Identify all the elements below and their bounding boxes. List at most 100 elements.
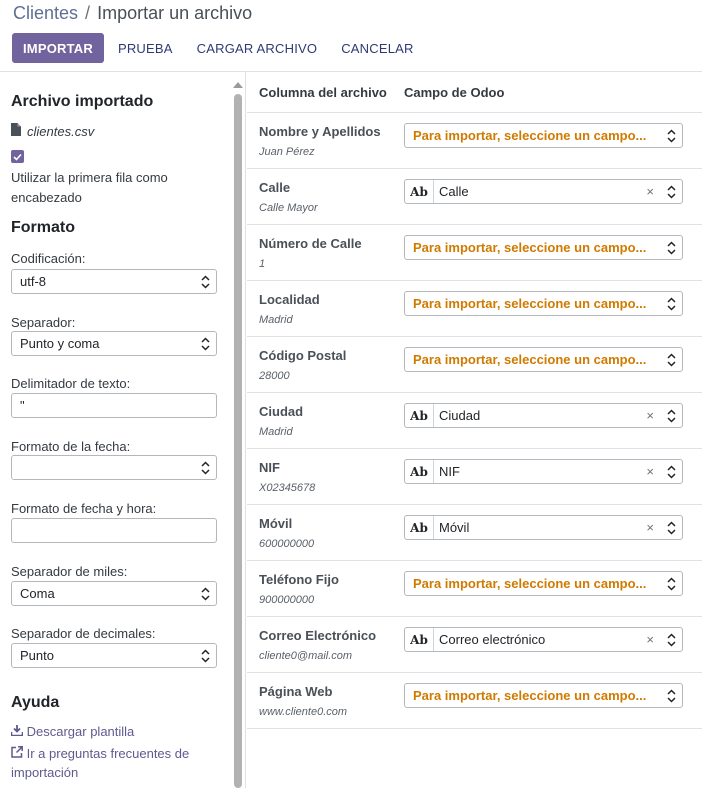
header-odoo-field: Campo de Odoo [404,85,505,100]
chevron-up-down-icon [667,689,676,706]
table-row: Correo Electrónico cliente0@mail.com Ab Cor… [247,617,702,673]
odoo-field-select[interactable]: Para importar, seleccione un campo... [404,123,683,148]
table-row: Página Web www.cliente0.com Para importar,… [247,673,702,729]
download-template-link[interactable]: Descargar plantilla [10,724,135,739]
file-column-name: Ciudad [259,404,304,419]
chevron-up-down-icon [667,297,676,314]
file-column-sample: Madrid [259,314,293,326]
chevron-up-down-icon [201,275,210,292]
clear-icon[interactable]: × [646,520,654,535]
help-heading: Ayuda [11,694,60,711]
odoo-field-placeholder: Para importar, seleccione un campo... [413,240,647,255]
file-column-name: Nombre y Apellidos [259,124,381,139]
header-row-label: Utilizar la primera fila como encabezado [11,170,168,205]
breadcrumb-separator: / [85,3,91,23]
faq-link[interactable]: Ir a preguntas frecuentes de importación [11,744,211,782]
clear-icon[interactable]: × [646,184,654,199]
odoo-field-select[interactable]: Para importar, seleccione un campo... [404,291,683,316]
table-row: NIF X02345678 Ab NIF × [247,449,702,505]
file-column-name: NIF [259,460,280,475]
import-button[interactable]: IMPORTAR [12,33,104,63]
chevron-up-down-icon [201,461,210,478]
odoo-field-select[interactable]: Ab Calle × [404,179,683,204]
odoo-field-select[interactable]: Ab Ciudad × [404,403,683,428]
odoo-field-value: Móvil [439,520,470,535]
faq-link-label: Ir a preguntas frecuentes de importación [11,746,190,780]
test-button[interactable]: PRUEBA [108,33,183,63]
file-column-name: Móvil [259,516,293,531]
thousands-separator-select[interactable]: Coma [11,581,217,606]
odoo-field-value: NIF [439,464,460,479]
file-column-sample: 1 [259,258,266,270]
odoo-field-select[interactable]: Ab Correo electrónico × [404,627,683,652]
chevron-up-down-icon [667,241,676,258]
file-name: clientes.csv [27,123,95,139]
file-column-sample: 600000000 [259,538,315,550]
file-column-name: Teléfono Fijo [259,572,339,587]
thousands-separator-label: Separador de miles: [11,564,128,579]
checkbox-checked-icon[interactable] [11,150,24,163]
format-heading: Formato [11,219,75,236]
file-column-name: Número de Calle [259,236,362,251]
file-column-sample: Madrid [259,426,293,438]
upload-file-button[interactable]: CARGAR ARCHIVO [187,33,328,63]
chevron-up-down-icon [201,337,210,354]
char-type-badge: Ab [405,516,434,539]
odoo-field-select[interactable]: Ab Móvil × [404,515,683,540]
file-column-sample: Juan Pérez [259,146,315,158]
decimal-separator-label: Separador de decimales: [11,626,156,641]
date-format-label: Formato de la fecha: [11,439,131,454]
header-file-column: Columna del archivo [259,85,387,100]
text-delimiter-value: " [20,398,25,413]
odoo-field-placeholder: Para importar, seleccione un campo... [413,352,647,367]
file-column-sample: 900000000 [259,594,315,606]
header-row-checkbox[interactable] [11,150,24,163]
file-column-sample: cliente0@mail.com [259,650,353,662]
scroll-up-arrow-icon[interactable] [233,82,243,88]
chevron-up-down-icon [667,633,676,650]
clear-icon[interactable]: × [646,408,654,423]
file-column-sample: Calle Mayor [259,202,318,214]
date-format-select[interactable] [11,455,217,480]
table-row: Localidad Madrid Para importar, seleccione… [247,281,702,337]
odoo-field-select[interactable]: Para importar, seleccione un campo... [404,571,683,596]
text-delimiter-input[interactable]: " [11,393,217,418]
file-column-sample: X02345678 [259,482,316,494]
cancel-button[interactable]: CANCELAR [331,33,423,63]
table-row: Ciudad Madrid Ab Ciudad × [247,393,702,449]
file-column-name: Código Postal [259,348,347,363]
table-row: Teléfono Fijo 900000000 Para importar, sel… [247,561,702,617]
odoo-field-placeholder: Para importar, seleccione un campo... [413,128,647,143]
chevron-up-down-icon [667,129,676,146]
clear-icon[interactable]: × [646,464,654,479]
decimal-separator-select[interactable]: Punto [11,643,217,668]
odoo-field-select[interactable]: Ab NIF × [404,459,683,484]
encoding-value: utf-8 [20,274,47,289]
chevron-up-down-icon [667,577,676,594]
sidebar-scrollbar[interactable] [234,94,242,788]
external-link-icon [11,746,23,761]
encoding-select[interactable]: utf-8 [11,269,217,294]
file-column-sample: www.cliente0.com [259,706,348,718]
separator-select[interactable]: Punto y coma [11,331,217,356]
char-type-badge: Ab [405,628,434,651]
download-template-label: Descargar plantilla [26,724,135,739]
clear-icon[interactable]: × [646,632,654,647]
chevron-up-down-icon [667,465,676,482]
text-delimiter-label: Delimitador de texto: [11,376,131,391]
table-row: Móvil 600000000 Ab Móvil × [247,505,702,561]
odoo-field-value: Calle [439,184,469,199]
download-icon [10,724,24,739]
datetime-format-input[interactable] [11,518,217,543]
breadcrumb-root-link[interactable]: Clientes [13,3,78,23]
file-column-name: Localidad [259,292,320,307]
odoo-field-select[interactable]: Para importar, seleccione un campo... [404,235,683,260]
odoo-field-select[interactable]: Para importar, seleccione un campo... [404,347,683,372]
file-column-name: Página Web [259,684,333,699]
datetime-format-label: Formato de fecha y hora: [11,501,157,516]
decimal-separator-value: Punto [20,648,54,663]
toolbar: IMPORTAR PRUEBA CARGAR ARCHIVO CANCELAR [12,33,424,63]
separator-value: Punto y coma [20,336,100,351]
odoo-field-select[interactable]: Para importar, seleccione un campo... [404,683,683,708]
table-row: Calle Calle Mayor Ab Calle × [247,169,702,225]
